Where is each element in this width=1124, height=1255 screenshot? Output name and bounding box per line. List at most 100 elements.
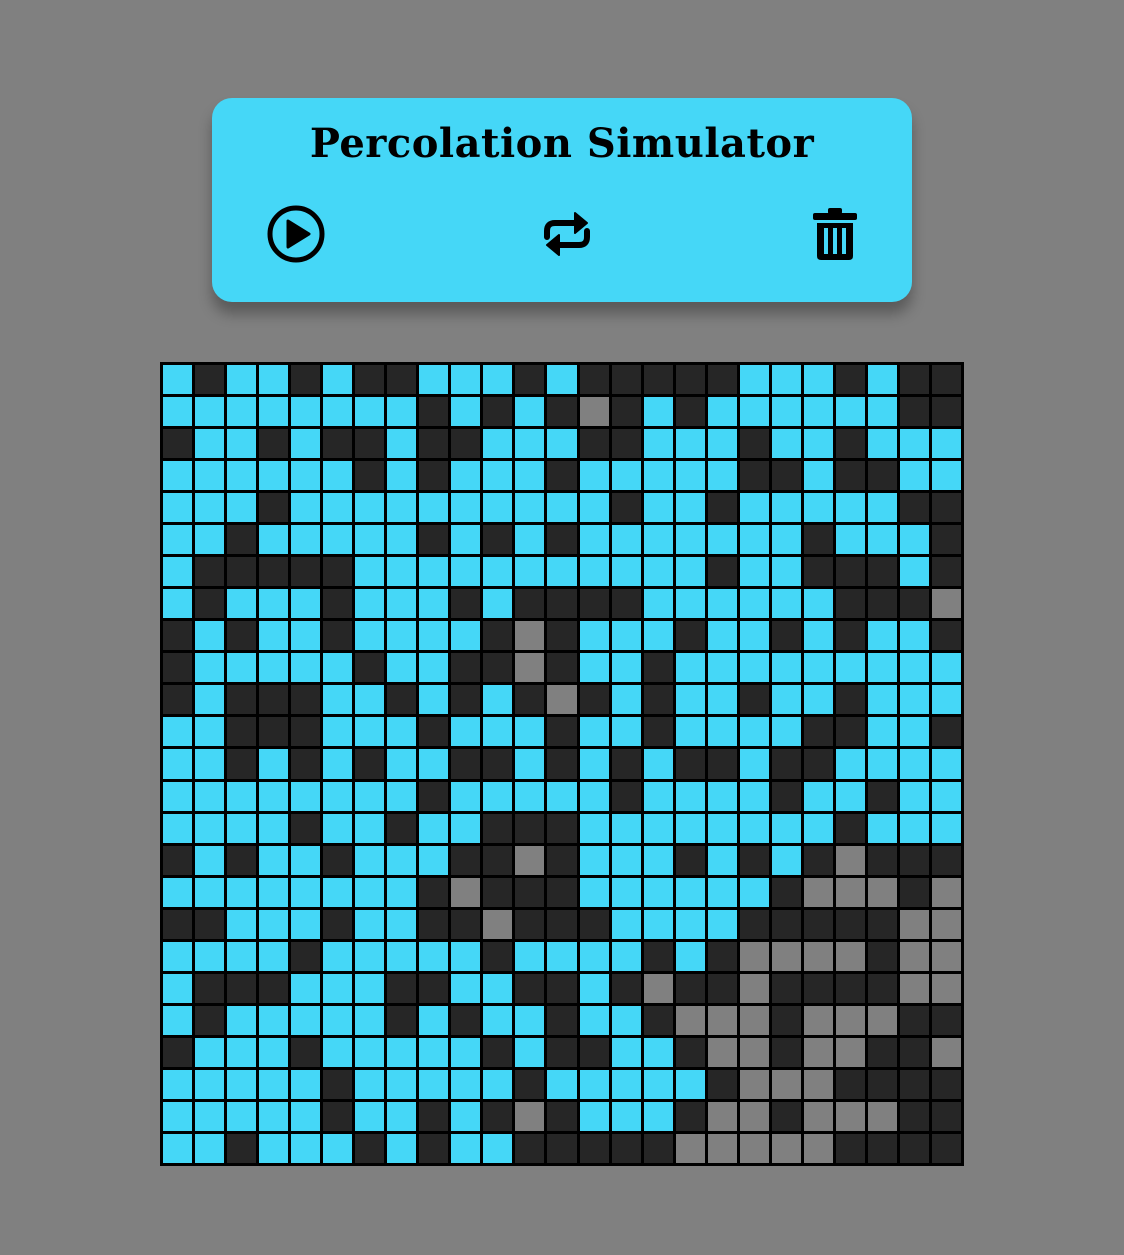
- water-cell[interactable]: [355, 1005, 385, 1035]
- open-cell[interactable]: [739, 973, 769, 1003]
- water-cell[interactable]: [227, 1037, 257, 1067]
- blocked-cell[interactable]: [771, 1037, 801, 1067]
- blocked-cell[interactable]: [515, 1069, 545, 1099]
- open-cell[interactable]: [931, 589, 961, 619]
- blocked-cell[interactable]: [643, 941, 673, 971]
- water-cell[interactable]: [227, 1005, 257, 1035]
- water-cell[interactable]: [739, 781, 769, 811]
- water-cell[interactable]: [547, 365, 577, 395]
- water-cell[interactable]: [323, 749, 353, 779]
- water-cell[interactable]: [579, 461, 609, 491]
- water-cell[interactable]: [355, 525, 385, 555]
- water-cell[interactable]: [259, 1133, 289, 1163]
- blocked-cell[interactable]: [195, 1005, 225, 1035]
- water-cell[interactable]: [195, 717, 225, 747]
- water-cell[interactable]: [643, 589, 673, 619]
- water-cell[interactable]: [387, 1037, 417, 1067]
- water-cell[interactable]: [739, 813, 769, 843]
- blocked-cell[interactable]: [675, 845, 705, 875]
- water-cell[interactable]: [355, 973, 385, 1003]
- blocked-cell[interactable]: [483, 653, 513, 683]
- water-cell[interactable]: [579, 653, 609, 683]
- water-cell[interactable]: [515, 557, 545, 587]
- blocked-cell[interactable]: [867, 909, 897, 939]
- blocked-cell[interactable]: [739, 461, 769, 491]
- water-cell[interactable]: [163, 717, 193, 747]
- water-cell[interactable]: [419, 1005, 449, 1035]
- water-cell[interactable]: [355, 813, 385, 843]
- blocked-cell[interactable]: [643, 1133, 673, 1163]
- water-cell[interactable]: [387, 845, 417, 875]
- water-cell[interactable]: [707, 781, 737, 811]
- water-cell[interactable]: [931, 781, 961, 811]
- open-cell[interactable]: [931, 973, 961, 1003]
- water-cell[interactable]: [515, 941, 545, 971]
- water-cell[interactable]: [643, 397, 673, 427]
- water-cell[interactable]: [611, 461, 641, 491]
- blocked-cell[interactable]: [579, 1037, 609, 1067]
- open-cell[interactable]: [931, 877, 961, 907]
- water-cell[interactable]: [579, 941, 609, 971]
- water-cell[interactable]: [611, 557, 641, 587]
- water-cell[interactable]: [227, 461, 257, 491]
- open-cell[interactable]: [803, 941, 833, 971]
- water-cell[interactable]: [259, 813, 289, 843]
- blocked-cell[interactable]: [931, 1069, 961, 1099]
- water-cell[interactable]: [579, 877, 609, 907]
- reset-button[interactable]: [532, 199, 602, 269]
- blocked-cell[interactable]: [835, 1133, 865, 1163]
- blocked-cell[interactable]: [899, 1133, 929, 1163]
- water-cell[interactable]: [547, 941, 577, 971]
- water-cell[interactable]: [259, 909, 289, 939]
- water-cell[interactable]: [643, 493, 673, 523]
- blocked-cell[interactable]: [547, 717, 577, 747]
- water-cell[interactable]: [387, 461, 417, 491]
- blocked-cell[interactable]: [483, 1037, 513, 1067]
- blocked-cell[interactable]: [451, 1005, 481, 1035]
- water-cell[interactable]: [867, 493, 897, 523]
- open-cell[interactable]: [867, 1005, 897, 1035]
- water-cell[interactable]: [771, 525, 801, 555]
- water-cell[interactable]: [739, 877, 769, 907]
- blocked-cell[interactable]: [451, 685, 481, 715]
- water-cell[interactable]: [835, 397, 865, 427]
- water-cell[interactable]: [227, 1069, 257, 1099]
- water-cell[interactable]: [675, 1069, 705, 1099]
- blocked-cell[interactable]: [835, 429, 865, 459]
- blocked-cell[interactable]: [163, 685, 193, 715]
- blocked-cell[interactable]: [931, 717, 961, 747]
- water-cell[interactable]: [707, 397, 737, 427]
- blocked-cell[interactable]: [771, 1005, 801, 1035]
- water-cell[interactable]: [323, 941, 353, 971]
- water-cell[interactable]: [227, 909, 257, 939]
- water-cell[interactable]: [323, 493, 353, 523]
- open-cell[interactable]: [515, 621, 545, 651]
- open-cell[interactable]: [739, 941, 769, 971]
- blocked-cell[interactable]: [259, 557, 289, 587]
- water-cell[interactable]: [291, 461, 321, 491]
- blocked-cell[interactable]: [227, 557, 257, 587]
- water-cell[interactable]: [259, 1101, 289, 1131]
- water-cell[interactable]: [259, 1069, 289, 1099]
- blocked-cell[interactable]: [579, 365, 609, 395]
- water-cell[interactable]: [291, 973, 321, 1003]
- blocked-cell[interactable]: [611, 1133, 641, 1163]
- blocked-cell[interactable]: [931, 365, 961, 395]
- water-cell[interactable]: [611, 1037, 641, 1067]
- water-cell[interactable]: [163, 493, 193, 523]
- water-cell[interactable]: [515, 493, 545, 523]
- blocked-cell[interactable]: [803, 557, 833, 587]
- water-cell[interactable]: [227, 781, 257, 811]
- water-cell[interactable]: [419, 813, 449, 843]
- water-cell[interactable]: [227, 397, 257, 427]
- water-cell[interactable]: [707, 429, 737, 459]
- water-cell[interactable]: [643, 429, 673, 459]
- water-cell[interactable]: [195, 621, 225, 651]
- open-cell[interactable]: [515, 845, 545, 875]
- water-cell[interactable]: [291, 429, 321, 459]
- blocked-cell[interactable]: [547, 845, 577, 875]
- blocked-cell[interactable]: [803, 909, 833, 939]
- water-cell[interactable]: [323, 525, 353, 555]
- blocked-cell[interactable]: [259, 493, 289, 523]
- blocked-cell[interactable]: [195, 589, 225, 619]
